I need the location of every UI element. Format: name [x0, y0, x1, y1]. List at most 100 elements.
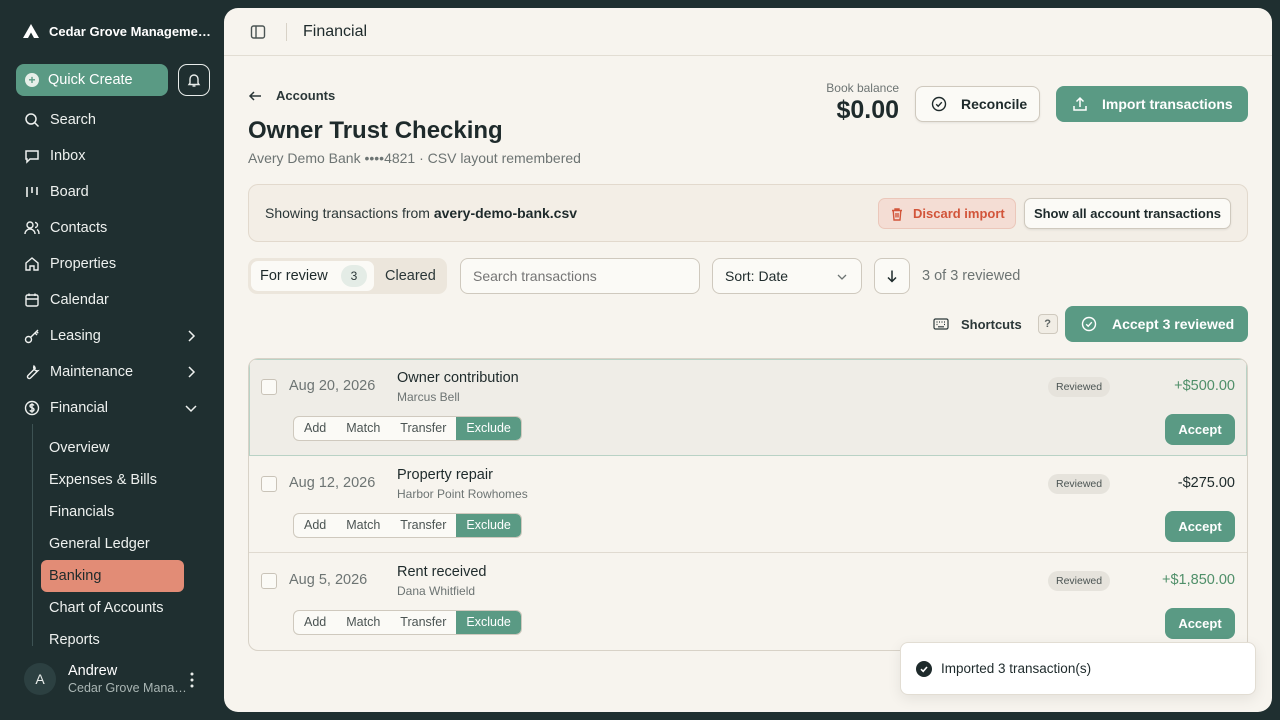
transaction-amount: +$500.00 [1174, 378, 1235, 394]
sidebar-subitem-reports[interactable]: Reports [41, 624, 184, 656]
sidebar-item-inbox[interactable]: Inbox [0, 138, 224, 174]
banner-prefix: Showing transactions from [265, 205, 434, 221]
status-badge: Reviewed [1048, 571, 1111, 591]
status-badge: Reviewed [1048, 474, 1111, 494]
transaction-amount: +$1,850.00 [1162, 572, 1235, 588]
user-name: Andrew [68, 663, 118, 679]
row-checkbox[interactable] [261, 476, 277, 492]
account-subtitle: Avery Demo Bank ••••4821 · CSV layout re… [248, 150, 581, 166]
chevron-down-icon [185, 405, 197, 413]
chevron-down-icon [837, 274, 847, 280]
row-checkbox[interactable] [261, 573, 277, 589]
sidebar-subitem-banking[interactable]: Banking [41, 560, 184, 592]
sidebar-item-properties[interactable]: Properties [0, 246, 224, 282]
add-option[interactable]: Add [294, 417, 336, 440]
sidebar-item-contacts[interactable]: Contacts [0, 210, 224, 246]
submenu-guide-line [32, 424, 33, 646]
transfer-option[interactable]: Transfer [390, 417, 456, 440]
sidebar-item-maintenance[interactable]: Maintenance [0, 354, 224, 390]
reconcile-button[interactable]: Reconcile [915, 86, 1040, 122]
sidebar-item-label: Search [50, 112, 96, 128]
sidebar-item-search[interactable]: Search [0, 102, 224, 138]
exclude-option[interactable]: Exclude [456, 417, 521, 440]
banner-text: Showing transactions from avery-demo-ban… [265, 205, 577, 221]
more-vertical-icon[interactable] [186, 671, 198, 689]
transaction-description: Owner contribution [397, 370, 519, 386]
tab-for-review[interactable]: For review 3 [251, 261, 374, 291]
add-option[interactable]: Add [294, 611, 336, 634]
user-profile[interactable]: A Andrew Cedar Grove Mana… [24, 663, 187, 695]
table-row[interactable]: Aug 20, 2026 Owner contribution Marcus B… [249, 359, 1247, 456]
chevron-right-icon [188, 330, 196, 342]
exclude-option[interactable]: Exclude [456, 611, 521, 634]
transaction-description: Rent received [397, 564, 487, 580]
tab-cleared[interactable]: Cleared [385, 261, 436, 291]
banner-file-name: avery-demo-bank.csv [433, 205, 578, 221]
exclude-option[interactable]: Exclude [456, 514, 521, 537]
sidebar-item-label: Properties [50, 256, 117, 272]
shortcuts-button[interactable]: Shortcuts ? [933, 314, 1058, 334]
sidebar-item-leasing[interactable]: Leasing [0, 318, 224, 354]
match-option[interactable]: Match [336, 417, 390, 440]
reconcile-label: Reconcile [961, 96, 1028, 112]
sidebar-subitem-overview[interactable]: Overview [41, 432, 184, 464]
chevron-right-icon [188, 366, 196, 378]
avatar: A [24, 663, 56, 695]
sidebar-item-board[interactable]: Board [0, 174, 224, 210]
key-icon [24, 329, 39, 344]
trash-icon [892, 207, 902, 221]
search-icon [25, 113, 40, 128]
user-org: Cedar Grove Mana… [68, 681, 187, 695]
transfer-option[interactable]: Transfer [390, 611, 456, 634]
sidebar-item-calendar[interactable]: Calendar [0, 282, 224, 318]
accept-button[interactable]: Accept [1165, 511, 1235, 542]
back-label: Accounts [276, 88, 336, 103]
sidebar-item-label: Calendar [50, 292, 109, 308]
sidebar-item-financial[interactable]: Financial [0, 390, 224, 426]
transaction-payee: Harbor Point Rowhomes [397, 487, 528, 501]
sidebar-toggle-icon[interactable] [250, 24, 266, 40]
wrench-icon [26, 364, 40, 380]
sidebar-item-label: Contacts [50, 220, 108, 236]
sidebar: Cedar Grove Manageme… + Quick Create Sea… [0, 0, 224, 720]
sidebar-subitem-expenses-bills[interactable]: Expenses & Bills [41, 464, 184, 496]
toast-notification: Imported 3 transaction(s) [900, 642, 1256, 695]
table-row[interactable]: Aug 5, 2026 Rent received Dana Whitfield… [249, 553, 1247, 650]
sidebar-subitem-chart-of-accounts[interactable]: Chart of Accounts [41, 592, 184, 624]
transaction-description: Property repair [397, 467, 493, 483]
show-all-transactions-button[interactable]: Show all account transactions [1024, 198, 1231, 229]
sort-direction-button[interactable] [874, 258, 910, 294]
bell-icon [187, 74, 201, 87]
import-transactions-button[interactable]: Import transactions [1056, 86, 1248, 122]
arrow-down-icon [887, 270, 897, 283]
inbox-icon [25, 150, 39, 164]
discard-import-button[interactable]: Discard import [878, 198, 1016, 229]
book-balance-value: $0.00 [836, 96, 899, 124]
accept-button[interactable]: Accept [1165, 608, 1235, 639]
row-action-segment: Add Match Transfer Exclude [293, 416, 522, 441]
back-to-accounts-link[interactable]: Accounts [248, 88, 335, 103]
table-row[interactable]: Aug 12, 2026 Property repair Harbor Poin… [249, 456, 1247, 553]
sort-select[interactable]: Sort: Date [712, 258, 862, 294]
quick-create-button[interactable]: + Quick Create [16, 64, 168, 96]
row-checkbox[interactable] [261, 379, 277, 395]
transaction-date: Aug 5, 2026 [289, 572, 368, 588]
brand[interactable]: Cedar Grove Manageme… [22, 22, 211, 40]
sidebar-subitem-financials[interactable]: Financials [41, 496, 184, 528]
notifications-button[interactable] [178, 64, 210, 96]
plus-icon: + [25, 73, 39, 87]
status-badge: Reviewed [1048, 377, 1111, 397]
match-option[interactable]: Match [336, 514, 390, 537]
calendar-icon [25, 293, 39, 307]
sidebar-subitem-general-ledger[interactable]: General Ledger [41, 528, 184, 560]
reviewed-status: 3 of 3 reviewed [922, 268, 1021, 284]
match-option[interactable]: Match [336, 611, 390, 634]
transfer-option[interactable]: Transfer [390, 514, 456, 537]
add-option[interactable]: Add [294, 514, 336, 537]
search-input[interactable] [460, 258, 700, 294]
accept-reviewed-button[interactable]: Accept 3 reviewed [1065, 306, 1248, 342]
accept-button[interactable]: Accept [1165, 414, 1235, 445]
row-action-segment: Add Match Transfer Exclude [293, 513, 522, 538]
review-count-badge: 3 [341, 265, 367, 287]
transaction-amount: -$275.00 [1177, 475, 1235, 491]
